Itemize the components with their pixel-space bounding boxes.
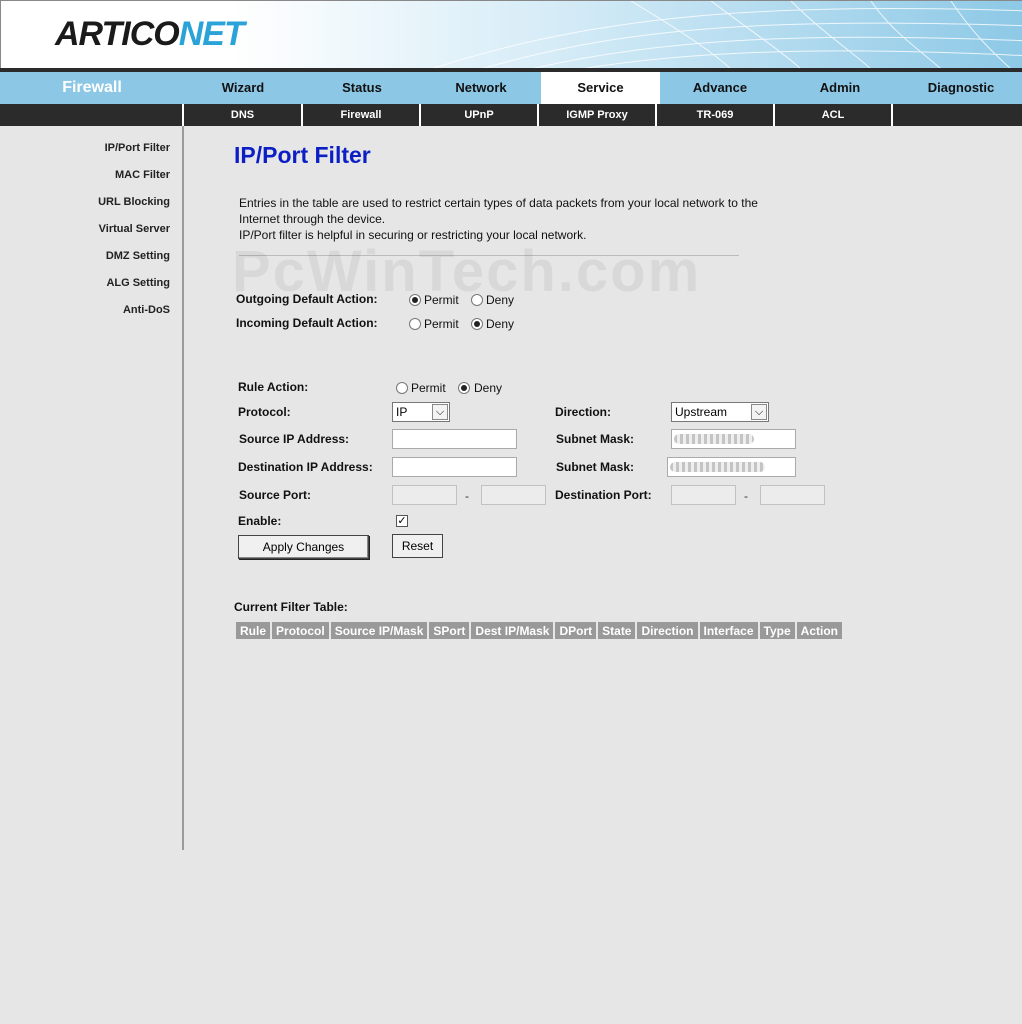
table-header-row: Rule Protocol Source IP/Mask SPort Dest … [236,622,842,639]
destination-port-label: Destination Port: [555,488,652,502]
sidebar-item-alg-setting[interactable]: ALG Setting [106,277,170,289]
column-header: Source IP/Mask [330,622,428,639]
subtab-upnp[interactable]: UPnP [419,104,537,126]
sub-navigation: DNS Firewall UPnP IGMP Proxy TR-069 ACL [0,104,1022,126]
sidebar-item-anti-dos[interactable]: Anti-DoS [123,304,170,316]
tab-network[interactable]: Network [422,72,540,104]
column-header: Dest IP/Mask [471,622,554,639]
banner-wave-graphic [231,1,1022,68]
tab-service[interactable]: Service [541,72,660,104]
tab-wizard[interactable]: Wizard [184,72,302,104]
column-header: DPort [555,622,597,639]
page-description: Entries in the table are used to restric… [239,195,839,243]
sidebar-item-mac-filter[interactable]: MAC Filter [115,169,170,181]
description-line: Internet through the device. [239,212,386,226]
destination-ip-label: Destination IP Address: [238,460,373,474]
column-header: State [598,622,636,639]
enable-label: Enable: [238,514,282,528]
section-title: Firewall [62,79,122,96]
rule-permit-radio[interactable] [396,382,408,394]
sidebar-item-ip-port-filter[interactable]: IP/Port Filter [105,142,170,154]
subtab-tr069[interactable]: TR-069 [655,104,773,126]
column-header: Rule [236,622,271,639]
protocol-label: Protocol: [238,405,291,419]
column-header: Action [796,622,842,639]
filter-table: Rule Protocol Source IP/Mask SPort Dest … [234,620,844,641]
column-header: Protocol [272,622,329,639]
port-range-dash: - [465,489,469,503]
rule-permit-label: Permit [411,381,446,395]
port-range-dash: - [744,489,748,503]
direction-select[interactable]: Upstream ⌵ [671,402,769,422]
chevron-down-icon: ⌵ [432,404,448,420]
tab-advance[interactable]: Advance [660,72,780,104]
source-port-end-input[interactable] [481,485,546,505]
filter-table-title: Current Filter Table: [234,600,348,614]
incoming-permit-radio[interactable] [409,318,421,330]
rule-deny-radio[interactable] [458,382,470,394]
source-ip-label: Source IP Address: [239,432,350,446]
redacted-value [670,462,765,472]
subtab-acl[interactable]: ACL [773,104,891,126]
direction-label: Direction: [555,405,612,419]
main-navigation: Firewall Wizard Status Network Service A… [0,72,1022,104]
enable-checkbox[interactable]: ✓ [396,515,408,527]
header-banner: ARTICONET [0,0,1022,68]
incoming-deny-radio[interactable] [471,318,483,330]
articonet-logo: ARTICONET [55,15,245,53]
outgoing-permit-label: Permit [424,293,459,307]
source-subnet-input[interactable] [671,429,796,449]
source-port-label: Source Port: [239,488,312,502]
incoming-deny-label: Deny [486,317,515,331]
outgoing-default-label: Outgoing Default Action: [236,292,378,306]
destination-ip-input[interactable] [392,457,517,477]
destination-subnet-label: Subnet Mask: [556,460,635,474]
page-title: IP/Port Filter [234,142,371,168]
tab-admin[interactable]: Admin [780,72,900,104]
tab-diagnostic[interactable]: Diagnostic [900,72,1022,104]
column-header: Type [759,622,795,639]
protocol-value: IP [396,405,408,419]
subtab-firewall[interactable]: Firewall [301,104,419,126]
direction-value: Upstream [675,405,728,419]
reset-button[interactable]: Reset [392,534,443,558]
column-header: Interface [699,622,758,639]
outgoing-deny-radio[interactable] [471,294,483,306]
chevron-down-icon: ⌵ [751,404,767,420]
redacted-value [674,434,754,444]
subtab-igmp-proxy[interactable]: IGMP Proxy [537,104,655,126]
destination-port-start-input[interactable] [671,485,736,505]
tab-status[interactable]: Status [302,72,422,104]
sidebar-item-url-blocking[interactable]: URL Blocking [98,196,170,208]
destination-port-end-input[interactable] [760,485,825,505]
sidebar: IP/Port Filter MAC Filter URL Blocking V… [0,126,184,850]
sidebar-item-virtual-server[interactable]: Virtual Server [99,223,170,235]
incoming-default-label: Incoming Default Action: [236,316,378,330]
subtab-dns[interactable]: DNS [182,104,301,126]
description-line: Entries in the table are used to restric… [239,196,758,210]
column-header: SPort [429,622,470,639]
rule-action-label: Rule Action: [238,380,309,394]
rule-deny-label: Deny [474,381,503,395]
outgoing-permit-radio[interactable] [409,294,421,306]
destination-subnet-input[interactable] [667,457,796,477]
protocol-select[interactable]: IP ⌵ [392,402,450,422]
subtab-empty [891,104,1022,126]
outgoing-deny-label: Deny [486,293,515,307]
source-ip-input[interactable] [392,429,517,449]
column-header: Direction [637,622,698,639]
source-subnet-label: Subnet Mask: [556,432,635,446]
incoming-permit-label: Permit [424,317,459,331]
apply-changes-button[interactable]: Apply Changes [238,535,369,559]
sidebar-item-dmz-setting[interactable]: DMZ Setting [106,250,170,262]
source-port-start-input[interactable] [392,485,457,505]
